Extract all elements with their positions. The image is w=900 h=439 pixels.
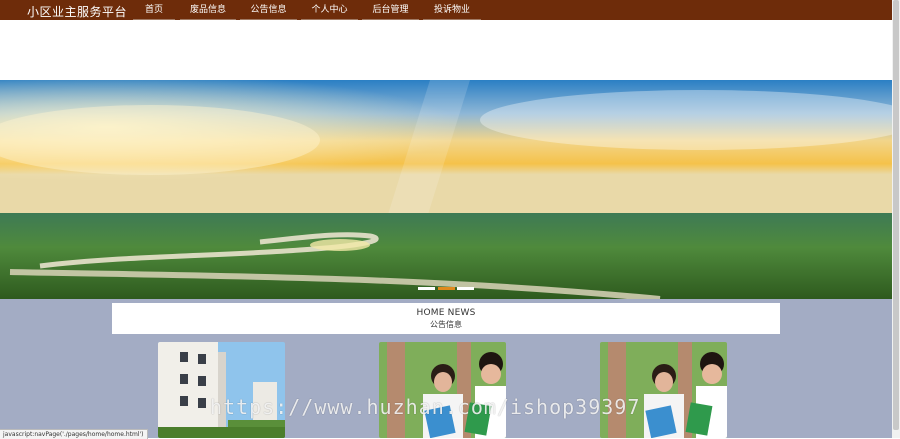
nav-complaints[interactable]: 投诉物业 <box>423 0 481 20</box>
watermark-text: https://www.huzhan.com/ishop39397 <box>210 395 641 419</box>
news-header-card: HOME NEWS 公告信息 <box>112 303 780 334</box>
nav-personal-center[interactable]: 个人中心 <box>301 0 358 20</box>
news-title-zh: 公告信息 <box>430 320 462 329</box>
nav-announcements[interactable]: 公告信息 <box>240 0 297 20</box>
top-navbar: 小区业主服务平台 首页 废品信息 公告信息 个人中心 后台管理 投诉物业 <box>0 0 892 20</box>
nav-admin[interactable]: 后台管理 <box>362 0 419 20</box>
news-thumbnail-people-1[interactable] <box>379 342 506 438</box>
news-thumbnail-building[interactable] <box>158 342 285 438</box>
page-scrollbar[interactable] <box>892 0 900 438</box>
news-thumbnail-people-2[interactable] <box>600 342 727 438</box>
nav-waste-info[interactable]: 废品信息 <box>180 0 236 20</box>
hero-carousel-image <box>0 80 892 299</box>
carousel-dot-1[interactable] <box>418 287 435 290</box>
site-title[interactable]: 小区业主服务平台 <box>27 3 127 20</box>
scroll-thumb[interactable] <box>893 0 899 430</box>
news-title-en: HOME NEWS <box>416 308 476 318</box>
nav-home[interactable]: 首页 <box>133 0 175 20</box>
carousel-dot-2[interactable] <box>438 287 455 290</box>
carousel-dot-3[interactable] <box>457 287 474 290</box>
